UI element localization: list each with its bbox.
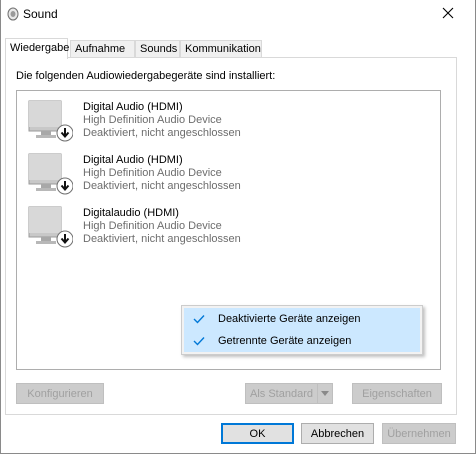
device-description: High Definition Audio Device [83,167,222,179]
device-description: High Definition Audio Device [83,114,222,126]
properties-button[interactable]: Eigenschaften [352,383,442,404]
set-default-label: Als Standard [250,387,313,400]
checkmark-icon [184,308,214,330]
device-state: Deaktiviert, nicht angeschlossen [83,180,241,192]
device-item[interactable]: Digitalaudio (HDMI) High Definition Audi… [21,203,421,251]
checkmark-icon [184,330,214,352]
tab-aufnahme[interactable]: Aufnahme [70,40,135,58]
device-name: Digital Audio (HDMI) [83,101,183,113]
speaker-icon [7,7,19,21]
tab-wiedergabe[interactable]: Wiedergabe [5,38,69,59]
close-icon [442,7,454,22]
device-name: Digital Audio (HDMI) [83,154,183,166]
menu-item-label: Getrennte Geräte anzeigen [218,335,352,347]
device-item[interactable]: Digital Audio (HDMI) High Definition Aud… [21,150,421,198]
device-name: Digitalaudio (HDMI) [83,207,179,219]
apply-button[interactable]: Übernehmen [382,423,456,444]
title-bar[interactable]: Sound [1,0,475,30]
menu-item-show-disconnected[interactable]: Getrennte Geräte anzeigen [184,330,420,352]
configure-button[interactable]: Konfigurieren [16,383,104,404]
tab-sounds[interactable]: Sounds [135,40,180,58]
menu-item-label: Deaktivierte Geräte anzeigen [218,313,361,325]
view-context-menu: Deaktivierte Geräte anzeigen Getrennte G… [181,305,423,355]
menu-item-show-disabled[interactable]: Deaktivierte Geräte anzeigen [184,308,420,330]
device-item[interactable]: Digital Audio (HDMI) High Definition Aud… [21,97,421,145]
monitor-disabled-icon [21,203,74,251]
ok-button[interactable]: OK [221,423,294,444]
playback-panel: Die folgenden Audiowiedergabegeräte sind… [5,57,457,415]
set-default-button[interactable]: Als Standard [245,383,333,404]
device-state: Deaktiviert, nicht angeschlossen [83,127,241,139]
monitor-disabled-icon [21,150,74,198]
window-title: Sound [23,7,58,21]
sound-dialog: Sound Wiedergabe Aufnahme Sounds Kommuni… [0,0,476,454]
cancel-button[interactable]: Abbrechen [301,423,374,444]
close-button[interactable] [435,2,461,26]
tab-kommunikation[interactable]: Kommunikation [180,40,262,58]
chevron-down-icon[interactable] [317,384,332,403]
monitor-disabled-icon [21,97,74,145]
device-description: High Definition Audio Device [83,220,222,232]
panel-caption: Die folgenden Audiowiedergabegeräte sind… [16,70,276,82]
device-state: Deaktiviert, nicht angeschlossen [83,233,241,245]
